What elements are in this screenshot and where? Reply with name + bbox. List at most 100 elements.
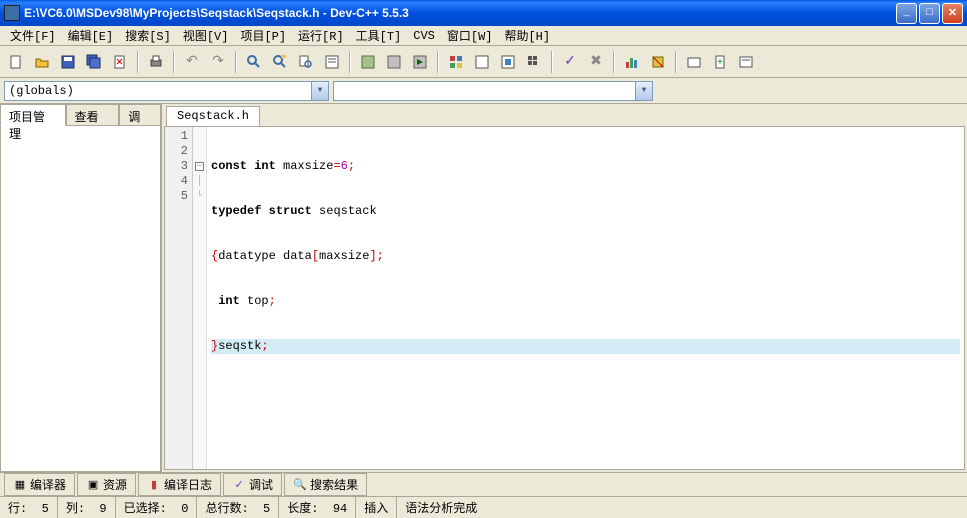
tab-compile-log[interactable]: ▮编译日志: [138, 473, 221, 496]
debug-run-icon: [500, 54, 516, 70]
rebuild-icon: [448, 54, 464, 70]
find-button[interactable]: [242, 50, 266, 74]
fold-column: − │ └: [193, 127, 207, 469]
redo-icon: ↷: [212, 53, 224, 70]
tab-resource[interactable]: ▣资源: [77, 473, 136, 496]
print-button[interactable]: [144, 50, 168, 74]
goto-icon: [324, 54, 340, 70]
menu-view[interactable]: 视图[V]: [177, 25, 235, 46]
status-bar: 行: 5 列: 9 已选择: 0 总行数: 5 长度: 94 插入 语法分析完成: [0, 496, 967, 518]
editor-tab-seqstack[interactable]: Seqstack.h: [166, 106, 260, 126]
debug-run-button[interactable]: [496, 50, 520, 74]
remove-icon: [738, 54, 754, 70]
editor-body[interactable]: 1 2 3 4 5 − │ └ const int maxsize=6; typ…: [164, 126, 965, 470]
options-icon: [474, 54, 490, 70]
menu-run[interactable]: 运行[R]: [292, 25, 350, 46]
compile-run-icon: [412, 54, 428, 70]
clean-icon: [650, 54, 666, 70]
menu-bar: 文件[F] 编辑[E] 搜索[S] 视图[V] 项目[P] 运行[R] 工具[T…: [0, 26, 967, 46]
new-project-icon: [686, 54, 702, 70]
status-selected: 已选择: 0: [116, 497, 198, 518]
window-buttons: _ □ ✕: [896, 3, 963, 24]
open-button[interactable]: [30, 50, 54, 74]
find-files-icon: [298, 54, 314, 70]
new-file-icon: [8, 54, 24, 70]
print-icon: [148, 54, 164, 70]
new-project-button[interactable]: [682, 50, 706, 74]
main-area: 项目管理 查看类 调试 Seqstack.h 1 2 3 4 5 − │ └: [0, 104, 967, 472]
scope-combo[interactable]: (globals) ▼: [4, 81, 329, 101]
sidebar-body: [0, 125, 161, 472]
status-length: 长度: 94: [279, 497, 356, 518]
profile-button[interactable]: [522, 50, 546, 74]
tab-project-manage[interactable]: 项目管理: [0, 104, 66, 126]
status-total-lines: 总行数: 5: [197, 497, 279, 518]
save-all-button[interactable]: [82, 50, 106, 74]
editor-area: Seqstack.h 1 2 3 4 5 − │ └ const int max…: [162, 104, 967, 472]
code-content[interactable]: const int maxsize=6; typedef struct seqs…: [207, 127, 964, 469]
toolbar-separator: [437, 51, 439, 73]
save-icon: [60, 54, 76, 70]
new-file-button[interactable]: [4, 50, 28, 74]
chevron-down-icon[interactable]: ▼: [311, 82, 328, 100]
title-text: E:\VC6.0\MSDev98\MyProjects\Seqstack\Seq…: [24, 6, 896, 20]
rebuild-button[interactable]: [444, 50, 468, 74]
menu-window[interactable]: 窗口[W]: [441, 25, 499, 46]
sidebar-tabs: 项目管理 查看类 调试: [0, 104, 161, 126]
line-number: 2: [165, 144, 188, 159]
menu-cvs[interactable]: CVS: [407, 27, 441, 45]
compile-run-button[interactable]: [408, 50, 432, 74]
compile-button[interactable]: [356, 50, 380, 74]
status-insert-mode: 插入: [356, 497, 397, 518]
run-button[interactable]: [382, 50, 406, 74]
title-bar: E:\VC6.0\MSDev98\MyProjects\Seqstack\Seq…: [0, 0, 967, 26]
add-button[interactable]: +: [708, 50, 732, 74]
goto-button[interactable]: [320, 50, 344, 74]
tab-search-result[interactable]: 🔍搜索结果: [284, 473, 367, 496]
undo-button[interactable]: ↶: [180, 50, 204, 74]
stop-debug-button[interactable]: ✖: [584, 50, 608, 74]
close-button[interactable]: ✕: [942, 3, 963, 24]
menu-search[interactable]: 搜索[S]: [119, 25, 177, 46]
stats-button[interactable]: [620, 50, 644, 74]
open-icon: [34, 54, 50, 70]
close-file-button[interactable]: [108, 50, 132, 74]
chevron-down-icon[interactable]: ▼: [635, 82, 652, 100]
check-icon: ✓: [232, 479, 246, 491]
menu-edit[interactable]: 编辑[E]: [62, 25, 120, 46]
options-button[interactable]: [470, 50, 494, 74]
toolbar-separator: [173, 51, 175, 73]
debug-button[interactable]: ✓: [558, 50, 582, 74]
profile-icon: [526, 54, 542, 70]
tab-debug-output[interactable]: ✓调试: [223, 473, 282, 496]
stop-icon: ✖: [590, 53, 602, 70]
editor-tabs: Seqstack.h: [162, 104, 967, 126]
save-button[interactable]: [56, 50, 80, 74]
line-number: 5: [165, 189, 188, 204]
redo-button[interactable]: ↷: [206, 50, 230, 74]
output-tabs: ▦编译器 ▣资源 ▮编译日志 ✓调试 🔍搜索结果: [0, 472, 967, 496]
tab-compiler[interactable]: ▦编译器: [4, 473, 75, 496]
fold-toggle-icon[interactable]: −: [195, 162, 204, 171]
find-files-button[interactable]: [294, 50, 318, 74]
tab-classes[interactable]: 查看类: [66, 104, 120, 126]
scope-bar: (globals) ▼ ▼: [0, 78, 967, 104]
tab-debug[interactable]: 调试: [119, 104, 161, 126]
toolbar-separator: [551, 51, 553, 73]
undo-icon: ↶: [186, 53, 198, 70]
status-line: 行: 5: [0, 497, 58, 518]
replace-button[interactable]: [268, 50, 292, 74]
sidebar: 项目管理 查看类 调试: [0, 104, 162, 472]
menu-tools[interactable]: 工具[T]: [350, 25, 408, 46]
maximize-button[interactable]: □: [919, 3, 940, 24]
menu-help[interactable]: 帮助[H]: [498, 25, 556, 46]
remove-button[interactable]: [734, 50, 758, 74]
minimize-button[interactable]: _: [896, 3, 917, 24]
clean-button[interactable]: [646, 50, 670, 74]
toolbar-separator: [235, 51, 237, 73]
toolbar-separator: [349, 51, 351, 73]
status-col: 列: 9: [58, 497, 116, 518]
menu-file[interactable]: 文件[F]: [4, 25, 62, 46]
member-combo[interactable]: ▼: [333, 81, 653, 101]
menu-project[interactable]: 项目[P]: [234, 25, 292, 46]
